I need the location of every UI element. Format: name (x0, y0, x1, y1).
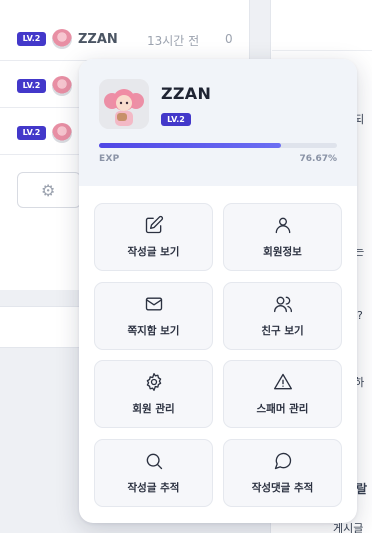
member-name[interactable]: ZZAN (78, 32, 118, 47)
username: ZZAN (161, 84, 212, 103)
spammer-admin-button[interactable]: 스패머 관리 (223, 360, 342, 428)
mail-icon (144, 294, 164, 314)
divider (272, 50, 372, 51)
avatar (52, 123, 72, 143)
user-icon (273, 215, 293, 235)
member-admin-button[interactable]: 회원 관리 (94, 360, 213, 428)
search-icon (144, 451, 164, 471)
menu-label: 작성댓글 추적 (251, 482, 314, 494)
text-fragment: 랄 (356, 482, 368, 496)
track-comments-button[interactable]: 작성댓글 추적 (223, 439, 342, 507)
comment-icon (273, 451, 293, 471)
level-badge: LV.2 (161, 113, 191, 126)
view-friends-button[interactable]: 친구 보기 (223, 282, 342, 350)
timestamp: 13시간 전 (147, 34, 200, 48)
level-badge: LV.2 (17, 32, 46, 46)
avatar (52, 29, 72, 49)
track-posts-button[interactable]: 작성글 추적 (94, 439, 213, 507)
avatar (99, 79, 149, 129)
exp-percent: 76.67% (299, 154, 338, 164)
menu-label: 회원정보 (263, 246, 302, 258)
settings-button[interactable]: ⚙ (17, 172, 81, 208)
edit-icon (144, 215, 164, 235)
users-icon (273, 294, 293, 314)
exp-label: EXP (99, 154, 120, 164)
avatar-image (99, 79, 149, 129)
gear-icon (144, 372, 164, 392)
warning-icon (273, 372, 293, 392)
level-badge: LV.2 (17, 79, 46, 93)
exp-progress-fill (99, 143, 282, 148)
view-messages-button[interactable]: 쪽지함 보기 (94, 282, 213, 350)
exp-progress-bar (99, 143, 337, 148)
gear-icon: ⚙ (41, 181, 56, 200)
user-menu-popup: ZZAN LV.2 EXP 76.67% 작성글 보기 회원정보 쪽지함 보기 … (79, 59, 357, 523)
menu-label: 쪽지함 보기 (127, 325, 180, 337)
menu-label: 작성글 보기 (127, 246, 180, 258)
level-badge: LV.2 (17, 126, 46, 140)
count: 0 (225, 32, 233, 46)
menu-label: 작성글 추적 (127, 482, 180, 494)
menu-label: 회원 관리 (132, 403, 175, 415)
list-item[interactable]: LV.2 ZZAN 13시간 전 0 (0, 15, 250, 61)
text-fragment: ? (357, 309, 363, 322)
member-info-button[interactable]: 회원정보 (223, 203, 342, 271)
avatar (52, 76, 72, 96)
menu-label: 친구 보기 (261, 325, 304, 337)
view-posts-button[interactable]: 작성글 보기 (94, 203, 213, 271)
profile-header: ZZAN LV.2 EXP 76.67% (79, 59, 357, 186)
menu-label: 스패머 관리 (256, 403, 309, 415)
